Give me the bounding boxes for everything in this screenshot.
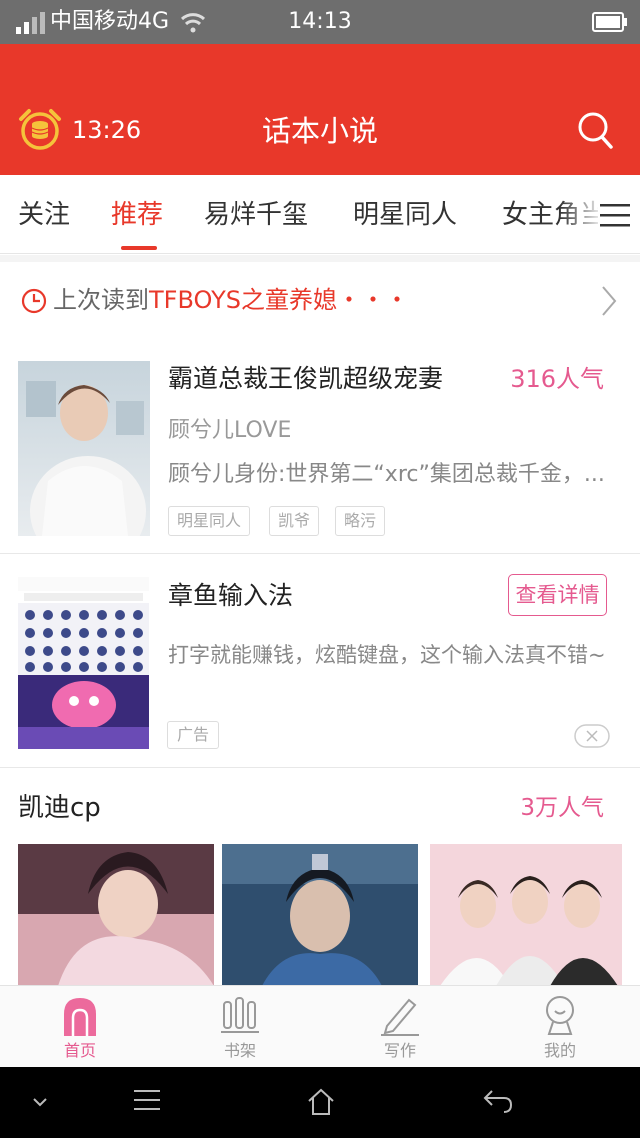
tab-celebrity-fanfic[interactable]: 明星同人 xyxy=(353,197,457,233)
tab-recommended[interactable]: 推荐 xyxy=(111,197,163,233)
recent-apps-icon[interactable] xyxy=(132,1087,162,1113)
bookshelf-icon xyxy=(221,997,259,1033)
home-button-icon[interactable] xyxy=(306,1087,336,1117)
book-card[interactable]: 霸道总裁王俊凯超级宠妻 316人气 顾兮儿LOVE 顾兮儿身份:世界第二“xrc… xyxy=(0,338,640,554)
chevron-right-icon xyxy=(602,286,617,316)
ad-description: 打字就能赚钱，炫酷键盘，这个输入法真不错~ xyxy=(168,643,606,667)
tab-yi-yangqianxi[interactable]: 易烊千玺 xyxy=(204,197,308,233)
clock-time: 14:13 xyxy=(288,9,352,34)
profile-icon xyxy=(546,996,574,1035)
chevron-down-icon[interactable] xyxy=(30,1095,50,1109)
last-read-text: 上次读到TFBOYS之童养媳・・・ xyxy=(53,282,409,318)
nav-bookshelf[interactable]: 书架 xyxy=(160,986,320,1068)
view-details-button[interactable]: 查看详情 xyxy=(508,574,607,616)
story-thumbnail[interactable] xyxy=(18,844,214,986)
last-read-banner[interactable]: 上次读到TFBOYS之童养媳・・・ xyxy=(0,262,640,338)
nav-profile-label: 我的 xyxy=(543,1041,576,1060)
pen-icon xyxy=(381,998,419,1036)
nav-home[interactable]: 首页 xyxy=(0,986,160,1068)
book-popularity: 316人气 xyxy=(510,365,604,393)
ad-card[interactable]: 章鱼输入法 查看详情 打字就能赚钱，炫酷键盘，这个输入法真不错~ 广告 xyxy=(0,555,640,767)
book-description: 顾兮儿身份:世界第二“xrc”集团总裁千金，... xyxy=(168,462,605,487)
book-author[interactable]: 顾兮儿LOVE xyxy=(168,415,291,447)
ad-image[interactable] xyxy=(18,577,149,749)
home-icon xyxy=(64,998,96,1036)
app-title: 话本小说 xyxy=(261,114,378,148)
book-title[interactable]: 霸道总裁王俊凯超级宠妻 xyxy=(168,362,443,396)
nav-home-label: 首页 xyxy=(63,1041,96,1060)
nav-bookshelf-label: 书架 xyxy=(223,1041,256,1060)
book-tag[interactable]: 凯爷 xyxy=(269,506,320,536)
active-tab-indicator xyxy=(121,246,157,250)
story-thumbnail[interactable] xyxy=(430,844,622,986)
status-bar: 中国移动4G 14:13 xyxy=(0,0,640,44)
search-icon[interactable] xyxy=(576,110,614,150)
ad-title[interactable]: 章鱼输入法 xyxy=(168,579,293,613)
system-navigation-bar xyxy=(0,1067,640,1138)
clock-icon xyxy=(21,288,47,314)
last-read-book-title: TFBOYS之童养媳・・・ xyxy=(149,286,409,314)
back-icon[interactable] xyxy=(482,1087,514,1115)
section-title[interactable]: 凯迪cp xyxy=(18,790,101,826)
book-tag[interactable]: 明星同人 xyxy=(168,506,251,536)
nav-profile[interactable]: 我的 xyxy=(480,986,640,1068)
story-thumbnail[interactable] xyxy=(222,844,418,986)
nav-write-label: 写作 xyxy=(383,1041,416,1060)
battery-icon xyxy=(592,12,627,32)
category-tabs: 关注 推荐 易烊千玺 明星同人 女主角当 xyxy=(0,175,640,254)
tab-following[interactable]: 关注 xyxy=(18,197,70,233)
menu-icon[interactable] xyxy=(598,201,632,229)
bottom-nav: 首页 书架 写作 我的 xyxy=(0,985,640,1067)
nav-write[interactable]: 写作 xyxy=(320,986,480,1068)
close-ad-icon[interactable] xyxy=(574,724,610,748)
app-header: 13:26 话本小说 xyxy=(0,44,640,175)
book-cover-image[interactable] xyxy=(18,361,150,536)
section-popularity: 3万人气 xyxy=(520,795,604,821)
last-read-prefix: 上次读到 xyxy=(53,286,149,314)
book-tag[interactable]: 略污 xyxy=(335,506,386,536)
ad-badge: 广告 xyxy=(167,721,220,749)
